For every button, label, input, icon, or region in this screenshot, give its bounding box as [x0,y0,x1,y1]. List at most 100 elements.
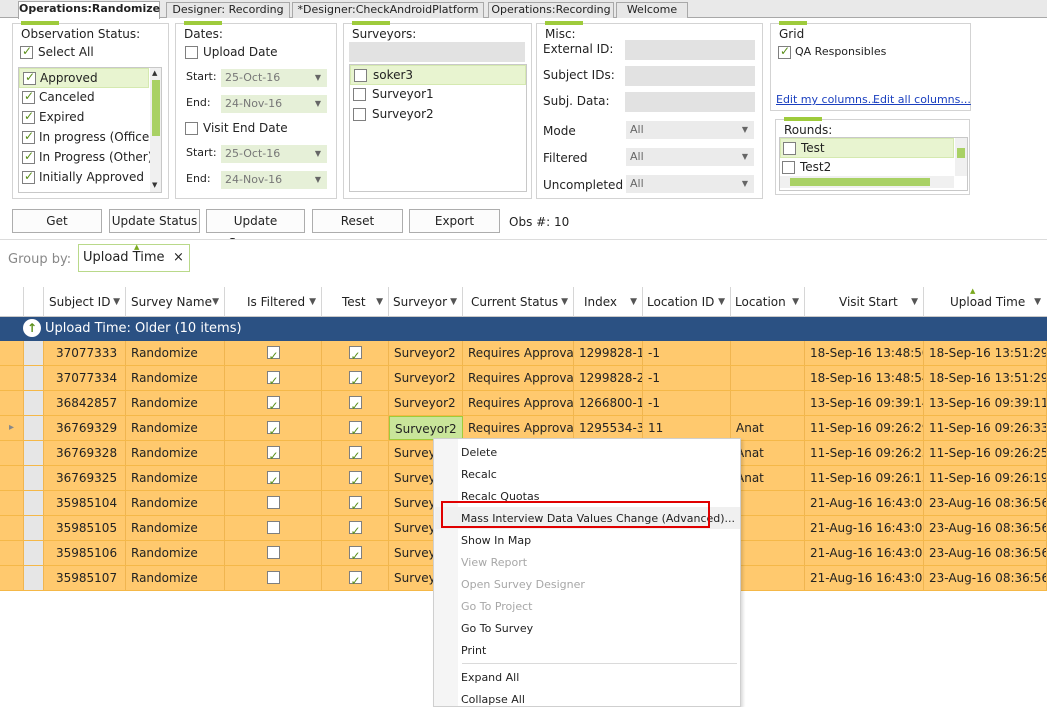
cell-status[interactable]: Requires Approval [463,391,574,415]
cell-subject-id[interactable]: 37077334 [44,366,126,390]
cell-test[interactable] [322,391,389,415]
initially-approved-checkbox[interactable] [22,169,35,184]
test-checkbox[interactable] [348,344,362,365]
cell-upload-time[interactable]: 11-Sep-16 09:26:33 [924,416,1047,440]
filter-icon[interactable]: ▼ [792,287,799,316]
filtered-checkbox[interactable] [266,444,280,465]
cell-visit-start[interactable]: 11-Sep-16 09:26:29 [805,416,924,440]
cell-visit-start[interactable]: 18-Sep-16 13:48:50 [805,341,924,365]
filtered-checkbox[interactable] [266,419,280,440]
cell-upload-time[interactable]: 11-Sep-16 09:26:25 [924,441,1047,465]
cell-survey[interactable]: Randomize [126,391,225,415]
row-indicator[interactable] [0,516,24,540]
cell-filtered[interactable] [225,441,322,465]
scroll-thumb[interactable] [957,148,965,158]
upload-start-date-picker[interactable]: 25-Oct-16 ▼ [221,69,327,87]
cell-visit-start[interactable]: 13-Sep-16 09:39:14 [805,391,924,415]
row-indicator[interactable]: ▸ [0,416,24,440]
cell-survey[interactable]: Randomize [126,341,225,365]
list-item[interactable]: In Progress (Other) [19,148,152,168]
row-indicator[interactable] [0,541,24,565]
cell-location-id[interactable]: 11 [643,416,731,440]
cell-visit-start[interactable]: 21-Aug-16 16:43:00 [805,491,924,515]
cell-index[interactable]: 1299828-1 [574,341,643,365]
filtered-select[interactable]: All ▼ [626,148,754,166]
filter-icon[interactable]: ▼ [630,287,637,316]
list-item[interactable]: Surveyor2 [350,105,526,125]
list-item[interactable]: soker3 [350,65,526,85]
list-item[interactable]: Test [780,138,954,158]
cell-location-id[interactable]: -1 [643,366,731,390]
header-upload-time[interactable]: ▲ Upload Time ▼ [924,287,1047,317]
test-round-checkbox[interactable] [783,142,796,155]
cell-subject-id[interactable]: 35985106 [44,541,126,565]
cell-filtered[interactable] [225,466,322,490]
cell-visit-start[interactable]: 11-Sep-16 09:26:23 [805,441,924,465]
test-checkbox[interactable] [348,519,362,540]
close-icon[interactable]: × [173,250,184,265]
list-item[interactable]: Expired [19,108,149,128]
cell-survey[interactable]: Randomize [126,566,225,590]
cell-filtered[interactable] [225,541,322,565]
canceled-checkbox[interactable] [22,89,35,104]
cell-location[interactable]: Anat [731,466,805,490]
cell-location[interactable] [731,341,805,365]
filter-icon[interactable]: ▼ [376,287,383,316]
export-button[interactable]: Export [409,209,500,233]
filtered-checkbox[interactable] [266,469,280,490]
header-location[interactable]: Location ▼ [731,287,805,317]
in-progress-office-checkbox[interactable] [22,129,35,144]
list-item[interactable]: Surveyor1 [350,85,526,105]
filter-icon[interactable]: ▼ [450,287,457,316]
row-indicator[interactable] [0,341,24,365]
header-current-status[interactable]: Current Status ▼ [463,287,574,317]
scroll-thumb[interactable] [790,178,930,186]
cell-status[interactable]: Requires Approval [463,341,574,365]
filtered-checkbox[interactable] [266,571,280,584]
cell-upload-time[interactable]: 13-Sep-16 09:39:11 [924,391,1047,415]
cell-surveyor[interactable]: Surveyor2 [389,416,463,440]
cell-subject-id[interactable]: 37077333 [44,341,126,365]
row-indicator[interactable] [0,366,24,390]
row-indicator[interactable] [0,566,24,590]
cell-survey[interactable]: Randomize [126,466,225,490]
header-visit-start[interactable]: Visit Start ▼ [805,287,924,317]
cell-upload-time[interactable]: 23-Aug-16 08:36:56 [924,566,1047,590]
list-item[interactable]: Approved [19,68,149,88]
cell-subject-id[interactable]: 35985107 [44,566,126,590]
group-header-row[interactable]: ↑ Upload Time: Older (10 items) [0,317,1047,341]
cell-visit-start[interactable]: 11-Sep-16 09:26:15 [805,466,924,490]
filter-icon[interactable]: ▼ [1034,287,1041,316]
list-item[interactable]: Initially Approved [19,168,149,188]
tab-operations-randomize[interactable]: Operations:Randomize [18,1,160,19]
select-all-checkbox[interactable] [20,44,33,59]
cell-filtered[interactable] [225,491,322,515]
cell-filtered[interactable] [225,341,322,365]
filter-icon[interactable]: ▼ [911,287,918,316]
cell-location[interactable] [731,391,805,415]
cell-survey[interactable]: Randomize [126,441,225,465]
get-button[interactable]: Get [12,209,102,233]
cell-location[interactable] [731,366,805,390]
table-row[interactable]: 37077334Randomize Surveyor2Requires Appro… [0,366,1047,391]
cell-upload-time[interactable]: 18-Sep-16 13:51:29 [924,341,1047,365]
update-surveyor-button[interactable]: Update Surveyor [206,209,305,250]
cell-test[interactable] [322,366,389,390]
cell-location[interactable] [731,566,805,590]
subject-ids-input[interactable] [625,66,755,86]
cell-upload-time[interactable]: 11-Sep-16 09:26:19 [924,466,1047,490]
cell-visit-start[interactable]: 18-Sep-16 13:48:54 [805,366,924,390]
cell-surveyor[interactable]: Surveyor2 [389,366,463,390]
cell-upload-time[interactable]: 23-Aug-16 08:36:56 [924,541,1047,565]
cell-visit-start[interactable]: 21-Aug-16 16:43:00 [805,566,924,590]
list-item[interactable]: Canceled [19,88,149,108]
test-checkbox[interactable] [348,444,362,465]
subj-data-input[interactable] [625,92,755,112]
cell-survey[interactable]: Randomize [126,516,225,540]
visit-start-date-picker[interactable]: 25-Oct-16 ▼ [221,145,327,163]
rounds-list[interactable]: Test Test2 [779,137,968,191]
menu-item-go-to-survey[interactable]: Go To Survey [461,622,533,635]
surveyor-search-input[interactable] [349,42,525,62]
cell-survey[interactable]: Randomize [126,541,225,565]
menu-item-recalc[interactable]: Recalc [461,468,497,481]
